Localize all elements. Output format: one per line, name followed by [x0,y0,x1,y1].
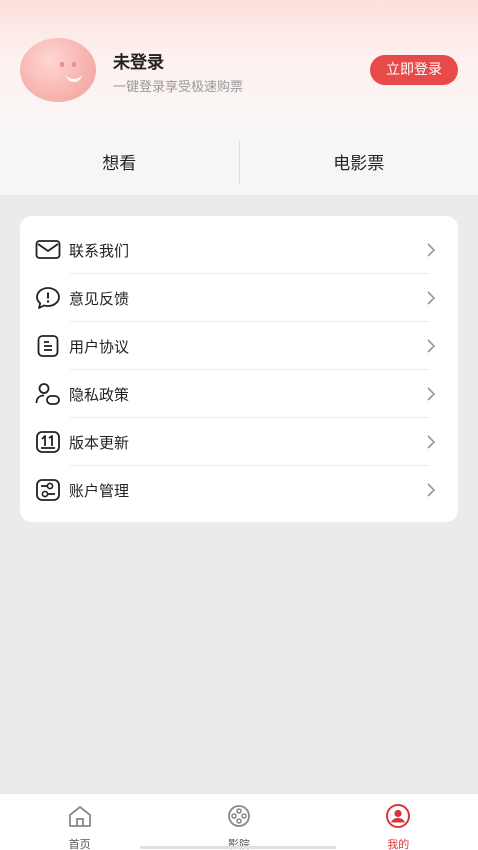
tab-want-to-watch[interactable]: 想看 [0,149,239,174]
avatar-eye [60,62,64,67]
avatar-mouth [66,72,82,82]
menu-item-feedback[interactable]: 意见反馈 [34,274,444,322]
tab-cinema[interactable]: 影院 [159,794,318,850]
chevron-right-icon [424,339,438,353]
privacy-icon [34,380,62,408]
menu-item-account-management[interactable]: 账户管理 [34,466,444,514]
menu-item-label: 隐私政策 [69,385,130,404]
menu-item-label: 联系我们 [69,241,130,260]
tab-label: 我的 [387,838,410,850]
username: 未登录 [113,53,164,73]
profile-tabs: 想看 电影票 [0,128,478,195]
account-settings-icon [34,476,62,504]
menu-item-label: 用户协议 [69,337,130,356]
tab-home[interactable]: 首页 [0,794,159,850]
chevron-right-icon [424,243,438,257]
menu-item-contact-us[interactable]: 联系我们 [34,226,444,274]
home-indicator [140,846,336,849]
bottom-tab-bar: 首页 影院 我的 [0,793,478,850]
menu-item-version-update[interactable]: 版本更新 [34,418,444,466]
profile-icon [384,804,412,832]
chevron-right-icon [424,387,438,401]
menu-item-label: 账户管理 [69,481,130,500]
login-button[interactable]: 立即登录 [370,55,458,85]
chevron-right-icon [424,483,438,497]
film-reel-icon [226,804,252,832]
document-icon [34,332,62,360]
login-hint: 一键登录享受极速购票 [113,80,244,95]
tab-label: 首页 [68,838,91,850]
home-icon [67,804,93,832]
mail-icon [34,236,62,264]
settings-menu: 联系我们 意见反馈 用户协议 隐私政策 版本更新 账户管理 [20,216,458,522]
menu-item-label: 意见反馈 [69,289,130,308]
profile-header: 未登录 一键登录享受极速购票 立即登录 [0,0,478,128]
menu-item-user-agreement[interactable]: 用户协议 [34,322,444,370]
tab-mine[interactable]: 我的 [319,794,478,850]
menu-item-privacy-policy[interactable]: 隐私政策 [34,370,444,418]
menu-item-label: 版本更新 [69,433,130,452]
feedback-icon [34,284,62,312]
tab-movie-tickets[interactable]: 电影票 [240,149,478,174]
chevron-right-icon [424,291,438,305]
update-icon [34,428,62,456]
chevron-right-icon [424,435,438,449]
avatar[interactable] [20,38,96,102]
avatar-eye [72,62,76,67]
